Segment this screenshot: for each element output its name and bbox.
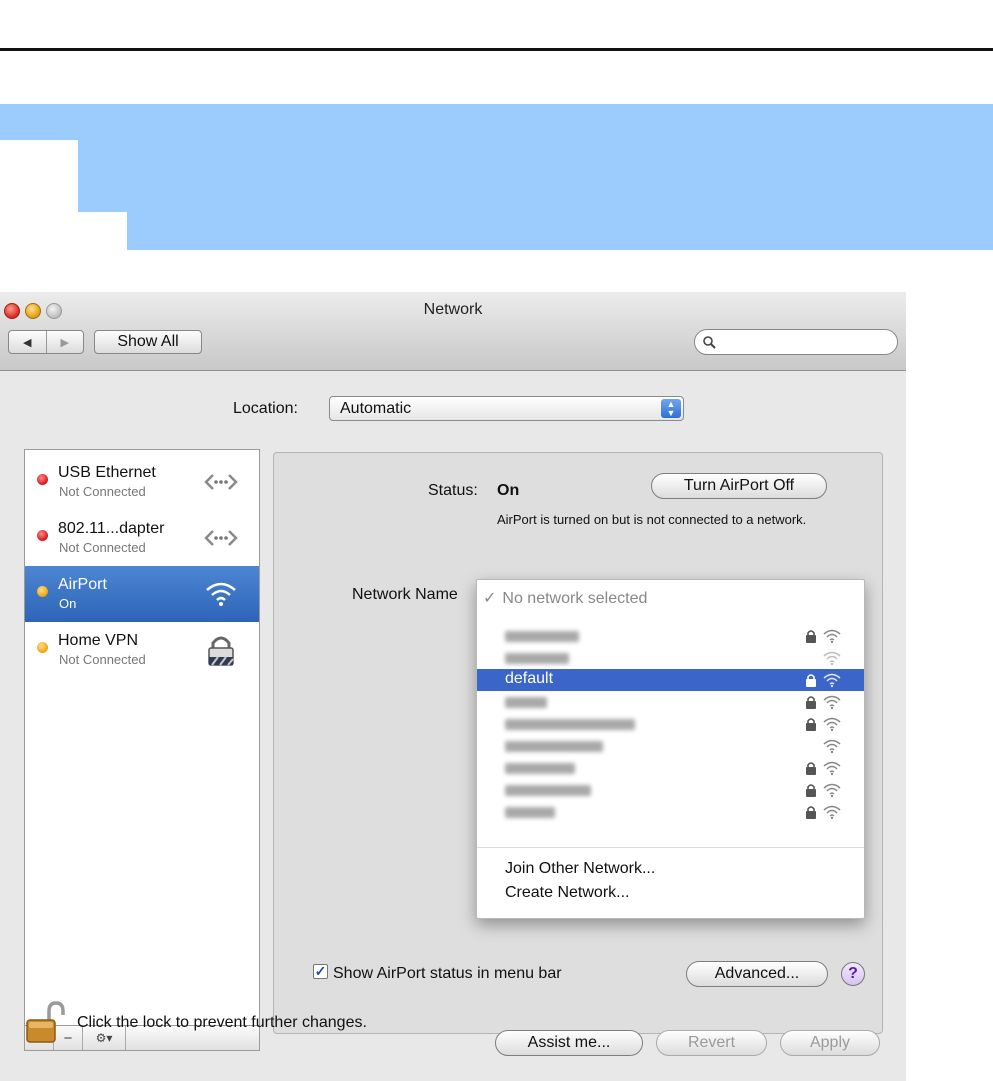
service-name: AirPort <box>58 576 107 593</box>
search-icon <box>703 335 716 349</box>
wifi-signal-icon <box>823 783 841 798</box>
service-802-11-adapter[interactable]: 802.11...dapter Not Connected <box>25 510 259 566</box>
advanced-button[interactable]: Advanced... <box>686 961 828 987</box>
network-item[interactable] <box>477 779 864 801</box>
create-network-item[interactable]: Create Network... <box>505 884 629 902</box>
redacted-network-name <box>505 653 569 664</box>
wifi-signal-icon <box>823 717 841 732</box>
service-list: USB Ethernet Not Connected 802.11...dapt… <box>24 449 260 1026</box>
search-field[interactable] <box>694 329 898 355</box>
status-label: Status: <box>428 482 478 499</box>
window-title: Network <box>423 301 483 318</box>
wifi-signal-icon <box>823 805 841 820</box>
checkmark-icon: ✓ <box>483 590 497 607</box>
lock-icon <box>806 806 816 819</box>
wifi-signal-icon <box>823 739 841 754</box>
lock-icon <box>806 674 816 687</box>
help-button[interactable]: ? <box>841 962 865 986</box>
network-name: default <box>505 670 554 687</box>
service-status: On <box>59 596 77 611</box>
network-item[interactable] <box>477 691 864 713</box>
apply-button[interactable]: Apply <box>780 1030 880 1056</box>
nav-back-forward: ◀ ▶ <box>8 330 84 354</box>
service-name: USB Ethernet <box>58 464 156 481</box>
revert-button[interactable]: Revert <box>656 1030 767 1056</box>
network-preferences-window: Network ◀ ▶ Show All Location: Automatic… <box>0 292 906 1081</box>
service-status: Not Connected <box>59 540 146 555</box>
menu-item-no-network[interactable]: ✓ No network selected <box>483 588 647 608</box>
lock-icon <box>806 784 816 797</box>
redacted-network-name <box>505 763 575 774</box>
service-status: Not Connected <box>59 484 146 499</box>
redacted-network-name <box>505 741 603 752</box>
lock-icon <box>806 630 816 643</box>
wifi-signal-icon <box>823 629 841 644</box>
network-item[interactable] <box>477 801 864 823</box>
network-name-label: Network Name <box>352 586 458 603</box>
lock-instruction-text: Click the lock to prevent further change… <box>77 1014 367 1031</box>
network-name-dropdown-menu: ✓ No network selected default Join Other… <box>476 579 865 919</box>
search-input[interactable] <box>722 333 896 351</box>
status-description: AirPort is turned on but is not connecte… <box>497 512 807 527</box>
status-dot-orange <box>37 642 48 653</box>
highlight-band-bottom <box>127 212 993 250</box>
service-usb-ethernet[interactable]: USB Ethernet Not Connected <box>25 454 259 510</box>
network-item[interactable] <box>477 647 864 669</box>
padlock-open-icon[interactable] <box>23 1000 67 1044</box>
lock-icon <box>806 696 816 709</box>
wifi-signal-icon <box>823 695 841 710</box>
show-all-button[interactable]: Show All <box>94 330 202 354</box>
location-label: Location: <box>233 400 298 417</box>
wifi-signal-icon <box>823 651 841 666</box>
redacted-network-name <box>505 785 591 796</box>
service-name: 802.11...dapter <box>58 520 165 537</box>
join-other-network-item[interactable]: Join Other Network... <box>505 860 655 878</box>
location-value: Automatic <box>340 400 412 417</box>
no-network-label: No network selected <box>502 590 648 607</box>
nav-forward-button[interactable]: ▶ <box>45 331 84 353</box>
nav-back-button[interactable]: ◀ <box>9 331 46 353</box>
wifi-signal-icon <box>823 673 841 688</box>
highlight-band-middle <box>78 140 993 212</box>
network-item[interactable] <box>477 757 864 779</box>
lock-icon <box>806 762 816 775</box>
network-item[interactable] <box>477 625 864 647</box>
status-dot-orange <box>37 586 48 597</box>
network-item-default[interactable]: default <box>477 669 864 691</box>
status-dot-red <box>37 474 48 485</box>
status-dot-red <box>37 530 48 541</box>
ethernet-arrows-icon <box>204 530 238 546</box>
service-home-vpn[interactable]: Home VPN Not Connected <box>25 622 259 678</box>
wifi-signal-icon <box>823 761 841 776</box>
updown-arrows-icon: ▲ ▼ <box>661 399 681 418</box>
assist-me-button[interactable]: Assist me... <box>495 1030 643 1056</box>
show-status-checkbox[interactable]: ✓ <box>313 964 328 979</box>
location-select[interactable]: Automatic ▲ ▼ <box>329 396 684 421</box>
turn-airport-off-button[interactable]: Turn AirPort Off <box>651 473 827 499</box>
show-status-label: Show AirPort status in menu bar <box>333 965 562 982</box>
redacted-network-name <box>505 697 547 708</box>
redacted-network-name <box>505 807 555 818</box>
highlight-band-top <box>0 104 993 140</box>
service-airport[interactable]: AirPort On <box>25 566 259 622</box>
service-status: Not Connected <box>59 652 146 667</box>
service-name: Home VPN <box>58 632 139 649</box>
vpn-lock-icon <box>208 636 234 666</box>
lock-icon <box>806 718 816 731</box>
network-item[interactable] <box>477 713 864 735</box>
redacted-network-name <box>505 631 579 642</box>
top-divider-line <box>0 48 993 51</box>
wifi-icon <box>206 582 236 606</box>
ethernet-arrows-icon <box>204 474 238 490</box>
status-value: On <box>497 482 520 499</box>
network-item[interactable] <box>477 735 864 757</box>
window-toolbar: Network ◀ ▶ Show All <box>0 292 906 371</box>
menu-separator <box>477 847 864 848</box>
redacted-network-name <box>505 719 635 730</box>
